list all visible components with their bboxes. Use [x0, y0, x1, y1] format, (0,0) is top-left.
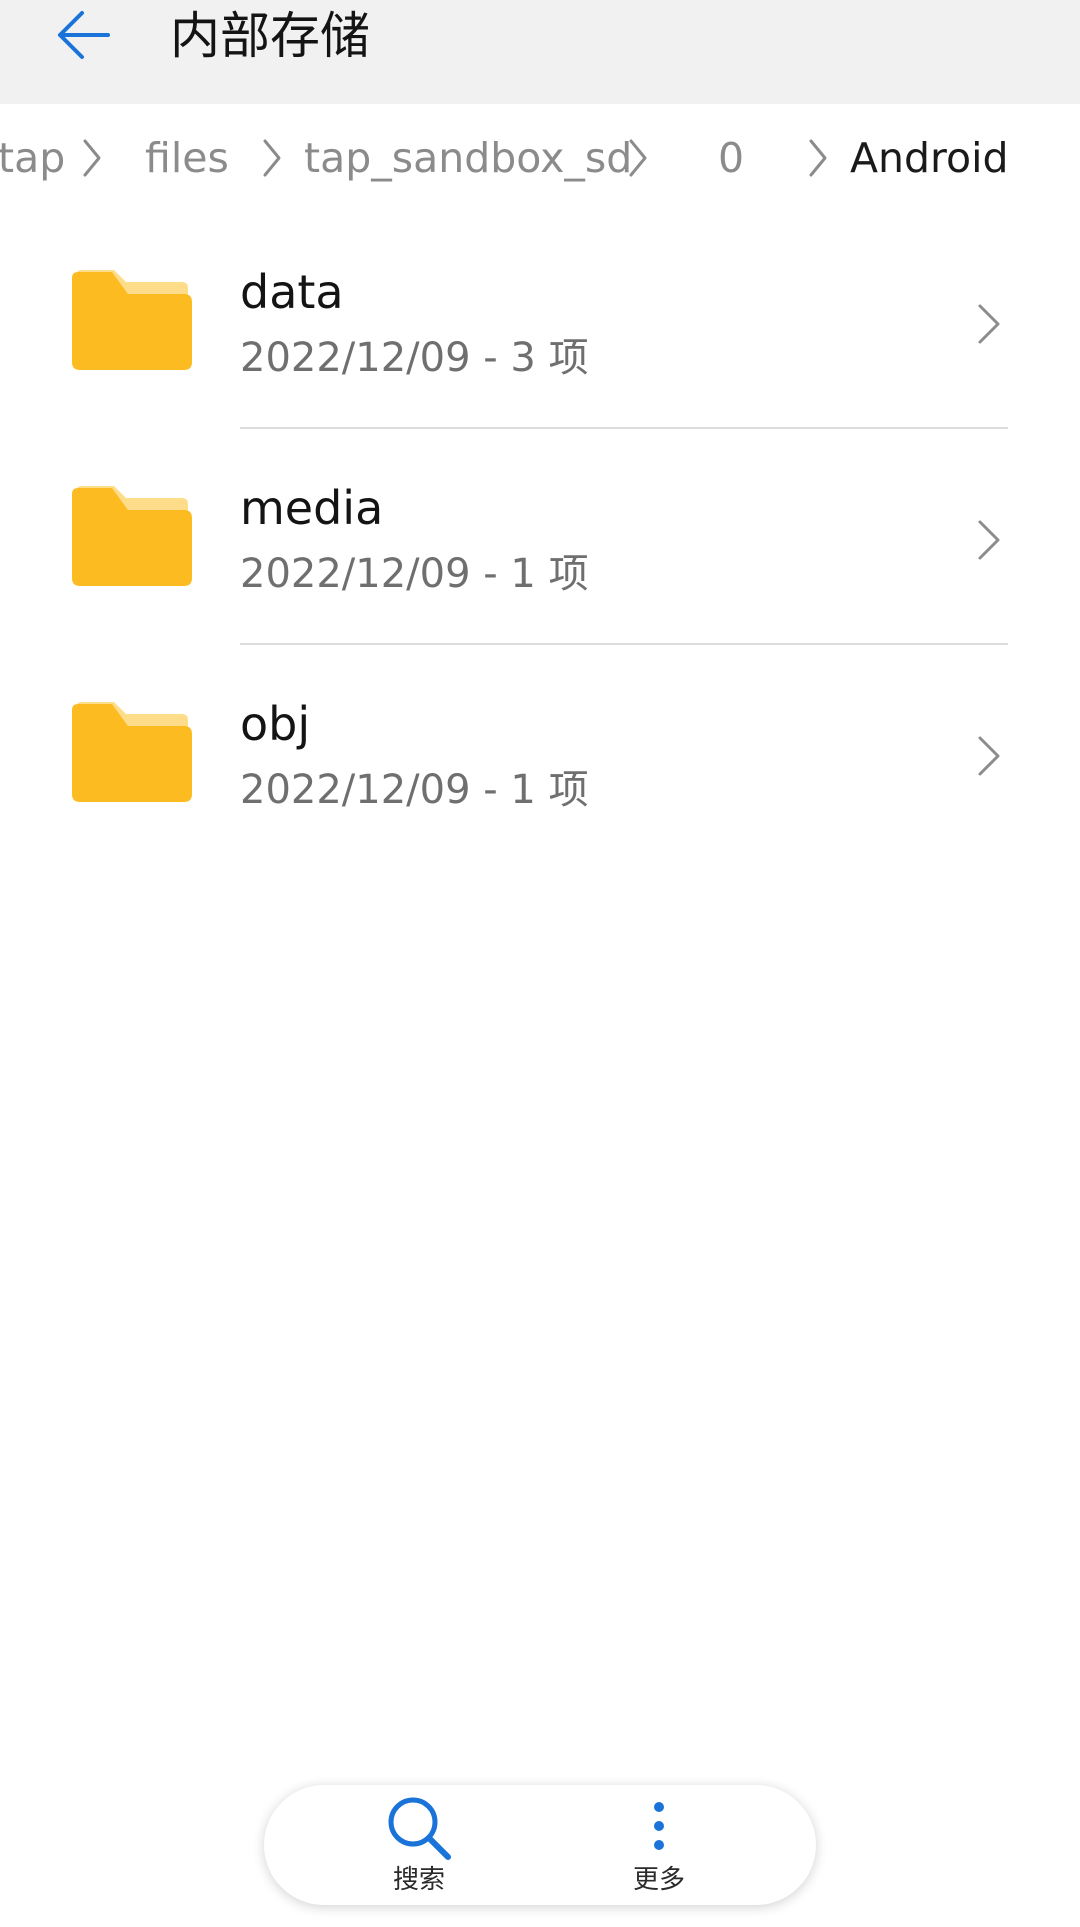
breadcrumb-item-tap[interactable]: tap [0, 130, 65, 186]
chevron-right-icon [978, 736, 1000, 776]
search-button[interactable]: 搜索 [344, 1785, 494, 1905]
chevron-right-icon [629, 139, 647, 177]
breadcrumb: tap files tap_sandbox_sd 0 Android [0, 104, 1080, 216]
folder-meta: 2022/12/09 - 1 项 [240, 551, 589, 597]
more-button[interactable]: 更多 [584, 1785, 734, 1905]
list-item-folder[interactable]: media 2022/12/09 - 1 项 [0, 432, 1080, 648]
folder-name: obj [240, 697, 311, 751]
app-header: 内部存储 [0, 0, 1080, 104]
folder-icon [72, 270, 192, 370]
folder-name: media [240, 481, 384, 535]
page-title: 内部存储 [170, 7, 370, 65]
list-divider [240, 427, 1008, 429]
search-icon [388, 1797, 451, 1860]
more-label: 更多 [632, 1865, 685, 1895]
chevron-right-icon [263, 139, 281, 177]
list-divider [240, 643, 1008, 645]
breadcrumb-item-0[interactable]: 0 [718, 130, 744, 186]
back-button[interactable] [40, 0, 124, 70]
breadcrumb-item-android[interactable]: Android [850, 130, 1009, 186]
folder-icon [72, 486, 192, 586]
folder-meta: 2022/12/09 - 3 项 [240, 335, 589, 381]
folder-name: data [240, 265, 344, 319]
chevron-right-icon [83, 139, 101, 177]
chevron-right-icon [978, 520, 1000, 560]
folder-meta: 2022/12/09 - 1 项 [240, 767, 589, 813]
chevron-right-icon [809, 139, 827, 177]
list-item-folder[interactable]: obj 2022/12/09 - 1 项 [0, 648, 1080, 864]
chevron-right-icon [978, 304, 1000, 344]
list-item-folder[interactable]: data 2022/12/09 - 3 项 [0, 216, 1080, 432]
search-label: 搜索 [392, 1865, 445, 1895]
breadcrumb-item-files[interactable]: files [145, 130, 229, 186]
folder-icon [72, 702, 192, 802]
breadcrumb-item-tap-sandbox-sd[interactable]: tap_sandbox_sd [304, 130, 632, 186]
arrow-left-icon [58, 11, 110, 59]
more-vertical-icon [654, 1802, 664, 1850]
bottom-action-bar: 搜索 更多 [264, 1785, 816, 1905]
